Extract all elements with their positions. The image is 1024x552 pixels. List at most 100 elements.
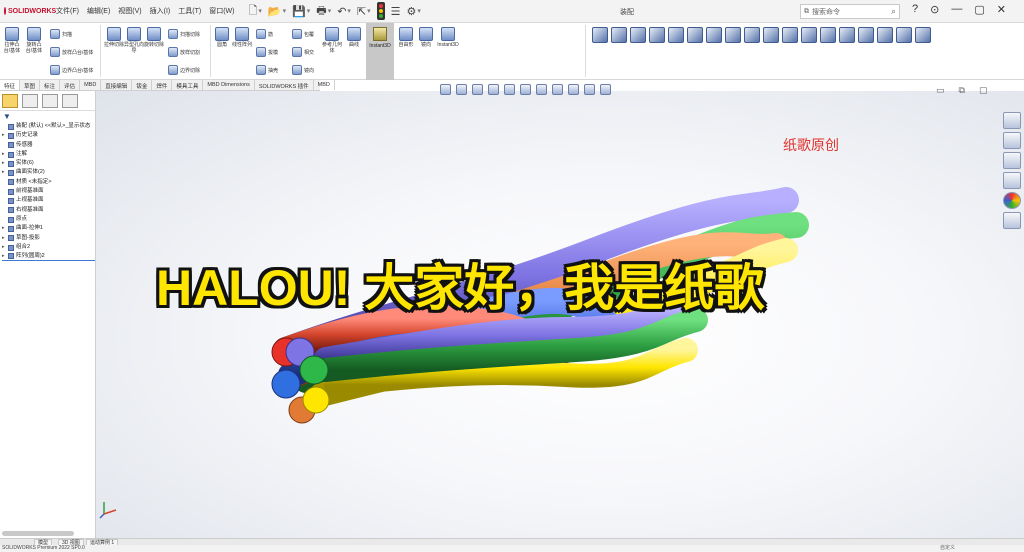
view-icon[interactable] — [687, 27, 703, 43]
rebuild-traffic-light-icon[interactable] — [376, 2, 385, 20]
tree-item[interactable]: ▸ 阵列(圆周)2 — [2, 252, 95, 262]
home-icon[interactable] — [1003, 112, 1021, 129]
extruded-boss-tool[interactable]: 拉伸凸台/基体 — [2, 27, 22, 54]
zoom-to-fit-icon[interactable] — [440, 84, 451, 95]
view-icon[interactable] — [915, 27, 931, 43]
tree-item[interactable]: 原点 — [2, 215, 95, 224]
search-commands-field[interactable]: ⧉ 搜索命令 ⌕ — [800, 4, 900, 19]
menu-tools[interactable]: 工具(T) — [178, 6, 201, 16]
undo-button[interactable]: ↶ ▾ — [337, 5, 351, 18]
view-icon[interactable] — [706, 27, 722, 43]
maximize-button[interactable]: ▢ — [974, 3, 984, 16]
menu-view[interactable]: 视图(V) — [118, 6, 141, 16]
instant3d-button[interactable]: Instant3D — [366, 23, 394, 80]
panel-scrollbar[interactable] — [2, 531, 74, 536]
minimize-button[interactable]: — — [951, 3, 962, 16]
file-explorer-icon[interactable] — [1003, 152, 1021, 169]
new-button[interactable]: 🗋 ▾ — [248, 2, 261, 21]
section-view-icon[interactable] — [488, 84, 499, 95]
move-copy-body-tool[interactable]: 镜向 — [416, 27, 436, 48]
viewport-close-button[interactable]: ▢ — [979, 85, 988, 96]
dimxpert-tab-icon[interactable] — [62, 93, 78, 108]
swept-cut-tool[interactable]: 扫描切除 — [168, 29, 200, 39]
view-icon[interactable] — [820, 27, 836, 43]
edit-appearance-icon[interactable] — [568, 84, 579, 95]
print-button[interactable]: 🖶 ▾ — [316, 2, 331, 21]
view-icon[interactable] — [858, 27, 874, 43]
linear-pattern-tool[interactable]: 线性阵列 — [232, 27, 252, 48]
freeform-tool[interactable]: 自由形 — [396, 27, 416, 48]
tab-features[interactable]: 特征 — [0, 80, 21, 90]
tree-item[interactable]: ▸ 曲面实体(2) — [2, 168, 95, 177]
view-icon[interactable] — [725, 27, 741, 43]
options-button[interactable]: ⚙ ▾ — [407, 5, 421, 18]
property-manager-tab-icon[interactable] — [22, 93, 38, 108]
display-style-icon[interactable] — [536, 84, 547, 95]
tab-evaluate[interactable]: 评估 — [60, 80, 81, 90]
shell-tool[interactable]: 抽壳 — [256, 65, 278, 75]
view-icon[interactable] — [877, 27, 893, 43]
zoom-area-icon[interactable] — [456, 84, 467, 95]
status-custom-text[interactable]: 自定义 — [940, 545, 1024, 552]
tree-item[interactable]: 传感器 — [2, 141, 95, 150]
tree-item[interactable]: ▸ 历史记录 — [2, 131, 95, 140]
view-icon[interactable] — [763, 27, 779, 43]
tree-item[interactable]: 材质 <未指定> — [2, 178, 95, 187]
view-icon[interactable] — [782, 27, 798, 43]
rib-tool[interactable]: 筋 — [256, 29, 273, 39]
hole-wizard-tool[interactable]: 异型孔向导 — [124, 27, 144, 54]
select-button[interactable]: ⇱ ▾ — [357, 5, 371, 18]
tree-item[interactable]: 装配 (默认) <<默认>_显示状态 — [2, 122, 95, 131]
view-icon[interactable] — [649, 27, 665, 43]
tree-item[interactable]: ▸ 实体(6) — [2, 159, 95, 168]
tree-item[interactable]: ▸ 曲面-拉伸1 — [2, 224, 95, 233]
menu-insert[interactable]: 插入(I) — [150, 6, 171, 16]
view-icon[interactable] — [839, 27, 855, 43]
menu-edit[interactable]: 编辑(E) — [87, 6, 110, 16]
revolved-cut-tool[interactable]: 旋转切除 — [144, 27, 164, 48]
configuration-manager-tab-icon[interactable] — [42, 93, 58, 108]
wrap-tool[interactable]: 包覆 — [292, 29, 314, 39]
help-button[interactable]: ? — [912, 3, 918, 16]
hide-show-icon[interactable] — [552, 84, 563, 95]
file-properties-button[interactable]: ☰ — [391, 5, 401, 18]
view-icon[interactable] — [630, 27, 646, 43]
previous-view-icon[interactable] — [472, 84, 483, 95]
dynamic-annotation-icon[interactable] — [504, 84, 515, 95]
menu-file[interactable]: 文件(F) — [56, 6, 79, 16]
view-icon[interactable] — [801, 27, 817, 43]
tree-item[interactable]: 前视基准面 — [2, 187, 95, 196]
loft-tool[interactable]: 放样凸台/基体 — [50, 47, 93, 57]
view-icon[interactable] — [592, 27, 608, 43]
revolved-boss-tool[interactable]: 旋转凸台/基体 — [24, 27, 44, 54]
view-settings-icon[interactable] — [600, 84, 611, 95]
feature-tree-tab-icon[interactable] — [2, 93, 18, 108]
boundary-cut-tool[interactable]: 边界切除 — [168, 65, 200, 75]
view-icon[interactable] — [744, 27, 760, 43]
mirror-tool[interactable]: 镜向 — [292, 65, 314, 75]
apply-scene-icon[interactable] — [584, 84, 595, 95]
tree-item[interactable]: 上视基准面 — [2, 196, 95, 205]
viewport-restore-button[interactable]: ⧉ — [959, 85, 965, 96]
tab-mbd-2[interactable]: MBD — [314, 80, 335, 90]
fillet-tool[interactable]: 圆角 — [212, 27, 232, 48]
view-icon[interactable] — [896, 27, 912, 43]
tab-mold-tools[interactable]: 模具工具 — [172, 80, 204, 90]
viewport-minimize-button[interactable]: ▭ — [936, 85, 945, 96]
tab-mbd[interactable]: MBD — [80, 80, 102, 90]
reference-geometry-tool[interactable]: 参考几何体 — [322, 27, 342, 54]
tab-weldments[interactable]: 焊件 — [152, 80, 173, 90]
tree-item[interactable]: ▸ 草图-投影 — [2, 234, 95, 243]
filter-icon[interactable]: ▼ — [0, 111, 95, 122]
lofted-cut-tool[interactable]: 放样切割 — [168, 47, 200, 57]
view-orientation-icon[interactable] — [520, 84, 531, 95]
deform-tool[interactable]: Instant3D — [437, 27, 459, 48]
close-button[interactable]: ✕ — [997, 3, 1006, 16]
view-icon[interactable] — [668, 27, 684, 43]
tab-sheet-metal[interactable]: 钣金 — [132, 80, 153, 90]
open-button[interactable]: 📂 ▾ — [268, 5, 286, 18]
draft-tool[interactable]: 拔模 — [256, 47, 278, 57]
tab-mbd-dimensions[interactable]: MBD Dimensions — [203, 80, 255, 90]
curves-tool[interactable]: 曲线 — [344, 27, 364, 48]
view-palette-icon[interactable] — [1003, 172, 1021, 189]
